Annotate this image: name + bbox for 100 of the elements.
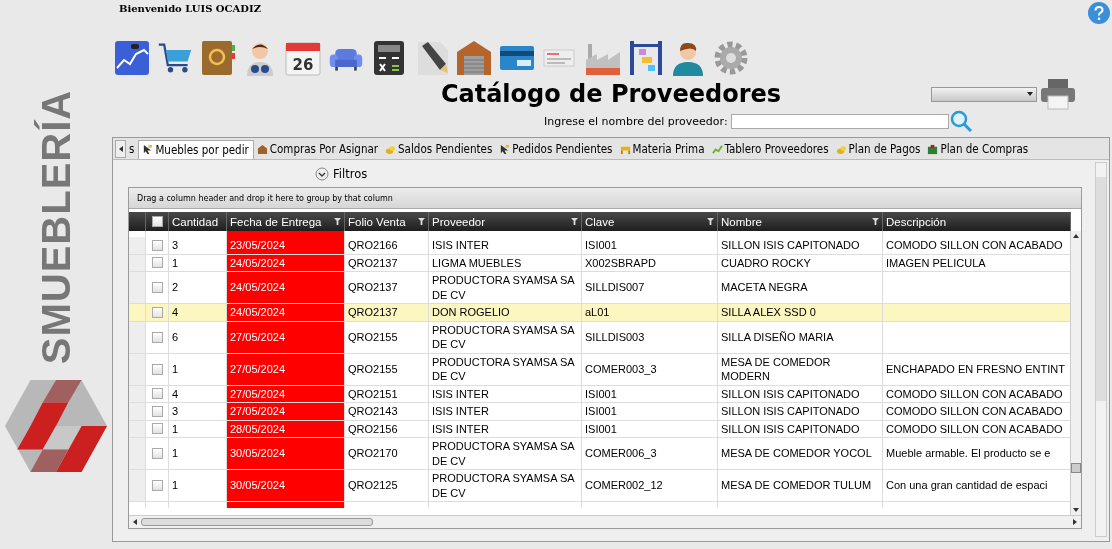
- supplier-cell: PRODUCTORA SYAMSA SA DE CV: [429, 321, 582, 354]
- search-field[interactable]: [730, 113, 949, 129]
- calendar-icon[interactable]: 26: [285, 40, 322, 76]
- dropdown[interactable]: [931, 86, 1037, 102]
- arrow-up-icon[interactable]: [1073, 234, 1079, 238]
- tab[interactable]: Tablero Proveedores: [708, 140, 833, 158]
- arrow-down-icon[interactable]: [1073, 508, 1079, 512]
- tab[interactable]: Plan de Pagos: [832, 140, 925, 158]
- table-row[interactable]: 1 28/05/2024 QRO2156 ISIS INTER ISI001 SILLON ISIS CAPITONADO COMODO SILLON CON ACABADO: [129, 420, 1070, 438]
- column-header[interactable]: Nombre: [718, 212, 883, 231]
- folio-cell: QRO2166: [345, 237, 429, 255]
- tab[interactable]: Plan de Compras: [924, 140, 1033, 158]
- garage-icon[interactable]: [456, 40, 493, 76]
- code-cell: COMER002_12: [582, 470, 718, 502]
- table-row[interactable]: 3 23/05/2024 QRO2166 ISIS INTER ISI001 SILLON ISIS CAPITONADO COMODO SILLON CON ACABADO: [129, 237, 1070, 255]
- supplier-cell: LIGMA MUEBLES: [429, 254, 582, 272]
- table-row[interactable]: 3 27/05/2024 QRO2143 ISIS INTER ISI001 SILLON ISIS CAPITONADO COMODO SILLON CON ACABADO: [129, 403, 1070, 421]
- row-checkbox[interactable]: [151, 423, 163, 435]
- search-icon[interactable]: [949, 110, 972, 132]
- scrollbar-thumb[interactable]: [1071, 463, 1081, 473]
- supplier-cell: ISIS INTER: [429, 237, 582, 255]
- code-cell: ISI001: [582, 420, 718, 438]
- filter-icon[interactable]: [571, 218, 578, 225]
- code-cell: COMER003_3: [582, 353, 718, 386]
- filter-icon[interactable]: [707, 218, 714, 225]
- box-icon: [927, 143, 939, 155]
- search-label: Ingrese el nombre del proveedor:: [544, 114, 728, 128]
- filter-icon[interactable]: [418, 218, 425, 225]
- folio-cell: QRO2155: [345, 353, 429, 386]
- row-checkbox[interactable]: [151, 405, 163, 417]
- scroll-left-button[interactable]: [115, 140, 126, 158]
- code-cell: COMER006_3: [582, 438, 718, 470]
- help-icon[interactable]: [1088, 2, 1110, 24]
- date-cell: 23/05/2024: [227, 237, 345, 255]
- column-header[interactable]: Descripción: [883, 212, 1071, 231]
- column-header[interactable]: Clave: [582, 212, 718, 231]
- column-header[interactable]: Proveedor: [429, 212, 582, 231]
- tab[interactable]: Materia Prima: [616, 140, 709, 158]
- row-checkbox[interactable]: [151, 448, 163, 459]
- tab[interactable]: Compras Por Asignar: [253, 140, 383, 158]
- chart-icon: [711, 143, 723, 155]
- folio-cell: QRO2137: [345, 254, 429, 272]
- row-checkbox[interactable]: [151, 331, 163, 343]
- hexagon-logo-icon: [5, 380, 107, 472]
- folio-cell: QRO2156: [345, 420, 429, 438]
- filters-toggle[interactable]: Filtros: [315, 166, 368, 181]
- name-cell: SILLA DISEÑO MARIA: [718, 321, 883, 354]
- row-checkbox[interactable]: [151, 239, 163, 251]
- tab[interactable]: Muebles por pedir: [138, 139, 254, 159]
- welcome-text: Bienvenido LUIS OCADIZ: [119, 3, 261, 14]
- supplier-cell: ISIS INTER: [429, 420, 582, 438]
- name-cell: SILLA ALEX SSD 0: [718, 304, 883, 322]
- folio-cell: QRO2170: [345, 438, 429, 470]
- code-cell: aL01: [582, 304, 718, 322]
- code-cell: ISI001: [582, 237, 718, 255]
- coins-icon: [835, 143, 847, 155]
- date-cell: 24/05/2024: [227, 304, 345, 322]
- table-row[interactable]: 4 27/05/2024 QRO2151 ISIS INTER ISI001 SILLON ISIS CAPITONADO COMODO SILLON CON ACABADO: [129, 385, 1070, 403]
- table-row[interactable]: 1 24/05/2024 QRO2137 LIGMA MUEBLES X002SBRAPD CUADRO ROCKY IMAGEN PELICULA: [129, 254, 1070, 272]
- tab[interactable]: Pedidos Pendientes: [496, 140, 617, 158]
- column-header[interactable]: Cantidad: [169, 212, 227, 231]
- row-checkbox[interactable]: [151, 306, 163, 318]
- arrow-right-icon[interactable]: [1073, 519, 1077, 525]
- row-checkbox[interactable]: [151, 388, 163, 400]
- address-book-icon[interactable]: [199, 40, 236, 76]
- name-cell: CUADRO ROCKY: [718, 254, 883, 272]
- row-checkbox[interactable]: [151, 282, 163, 293]
- coins-icon: [385, 143, 397, 155]
- code-cell: SILLDIS003: [582, 321, 718, 354]
- cursor-icon: [499, 143, 511, 155]
- table-row[interactable]: 4 24/05/2024 QRO2137 DON ROGELIO aL01 SILLA ALEX SSD 0: [129, 304, 1070, 322]
- arrow-left-icon[interactable]: [133, 519, 137, 525]
- code-cell: ISI001: [582, 385, 718, 403]
- date-cell: 27/05/2024: [227, 353, 345, 386]
- name-cell: SILLON ISIS CAPITONADO: [718, 420, 883, 438]
- tab[interactable]: s: [126, 140, 139, 158]
- group-hint: Drag a column header and drop it here to group by that column: [137, 193, 393, 203]
- supplier-cell: ISIS INTER: [429, 385, 582, 403]
- tab[interactable]: Saldos Pendientes: [382, 140, 497, 158]
- supplier-cell: DON ROGELIO: [429, 304, 582, 322]
- name-cell: MESA DE COMEDOR MODERN: [718, 353, 883, 386]
- row-checkbox[interactable]: [151, 480, 163, 491]
- select-all-checkbox[interactable]: [151, 216, 163, 227]
- arrow-left-icon: [118, 146, 123, 152]
- folio-cell: QRO2151: [345, 385, 429, 403]
- abacus-icon[interactable]: [627, 40, 664, 76]
- filter-icon[interactable]: [334, 218, 341, 225]
- column-header[interactable]: Folio Venta: [345, 212, 429, 231]
- row-checkbox[interactable]: [151, 257, 163, 269]
- chart-icon[interactable]: [114, 40, 150, 76]
- gear-icon[interactable]: [713, 40, 750, 76]
- name-cell: MESA DE COMEDOR TULUM: [718, 470, 883, 502]
- date-cell: 24/05/2024: [227, 272, 345, 304]
- printer-icon[interactable]: [1040, 78, 1076, 110]
- filter-icon[interactable]: [872, 218, 879, 225]
- panel-scrollbar[interactable]: [1095, 162, 1107, 537]
- code-cell: ISI001: [582, 403, 718, 421]
- horizontal-scrollbar[interactable]: [129, 515, 1081, 528]
- row-checkbox[interactable]: [151, 363, 163, 375]
- vertical-scrollbar[interactable]: [1070, 231, 1081, 515]
